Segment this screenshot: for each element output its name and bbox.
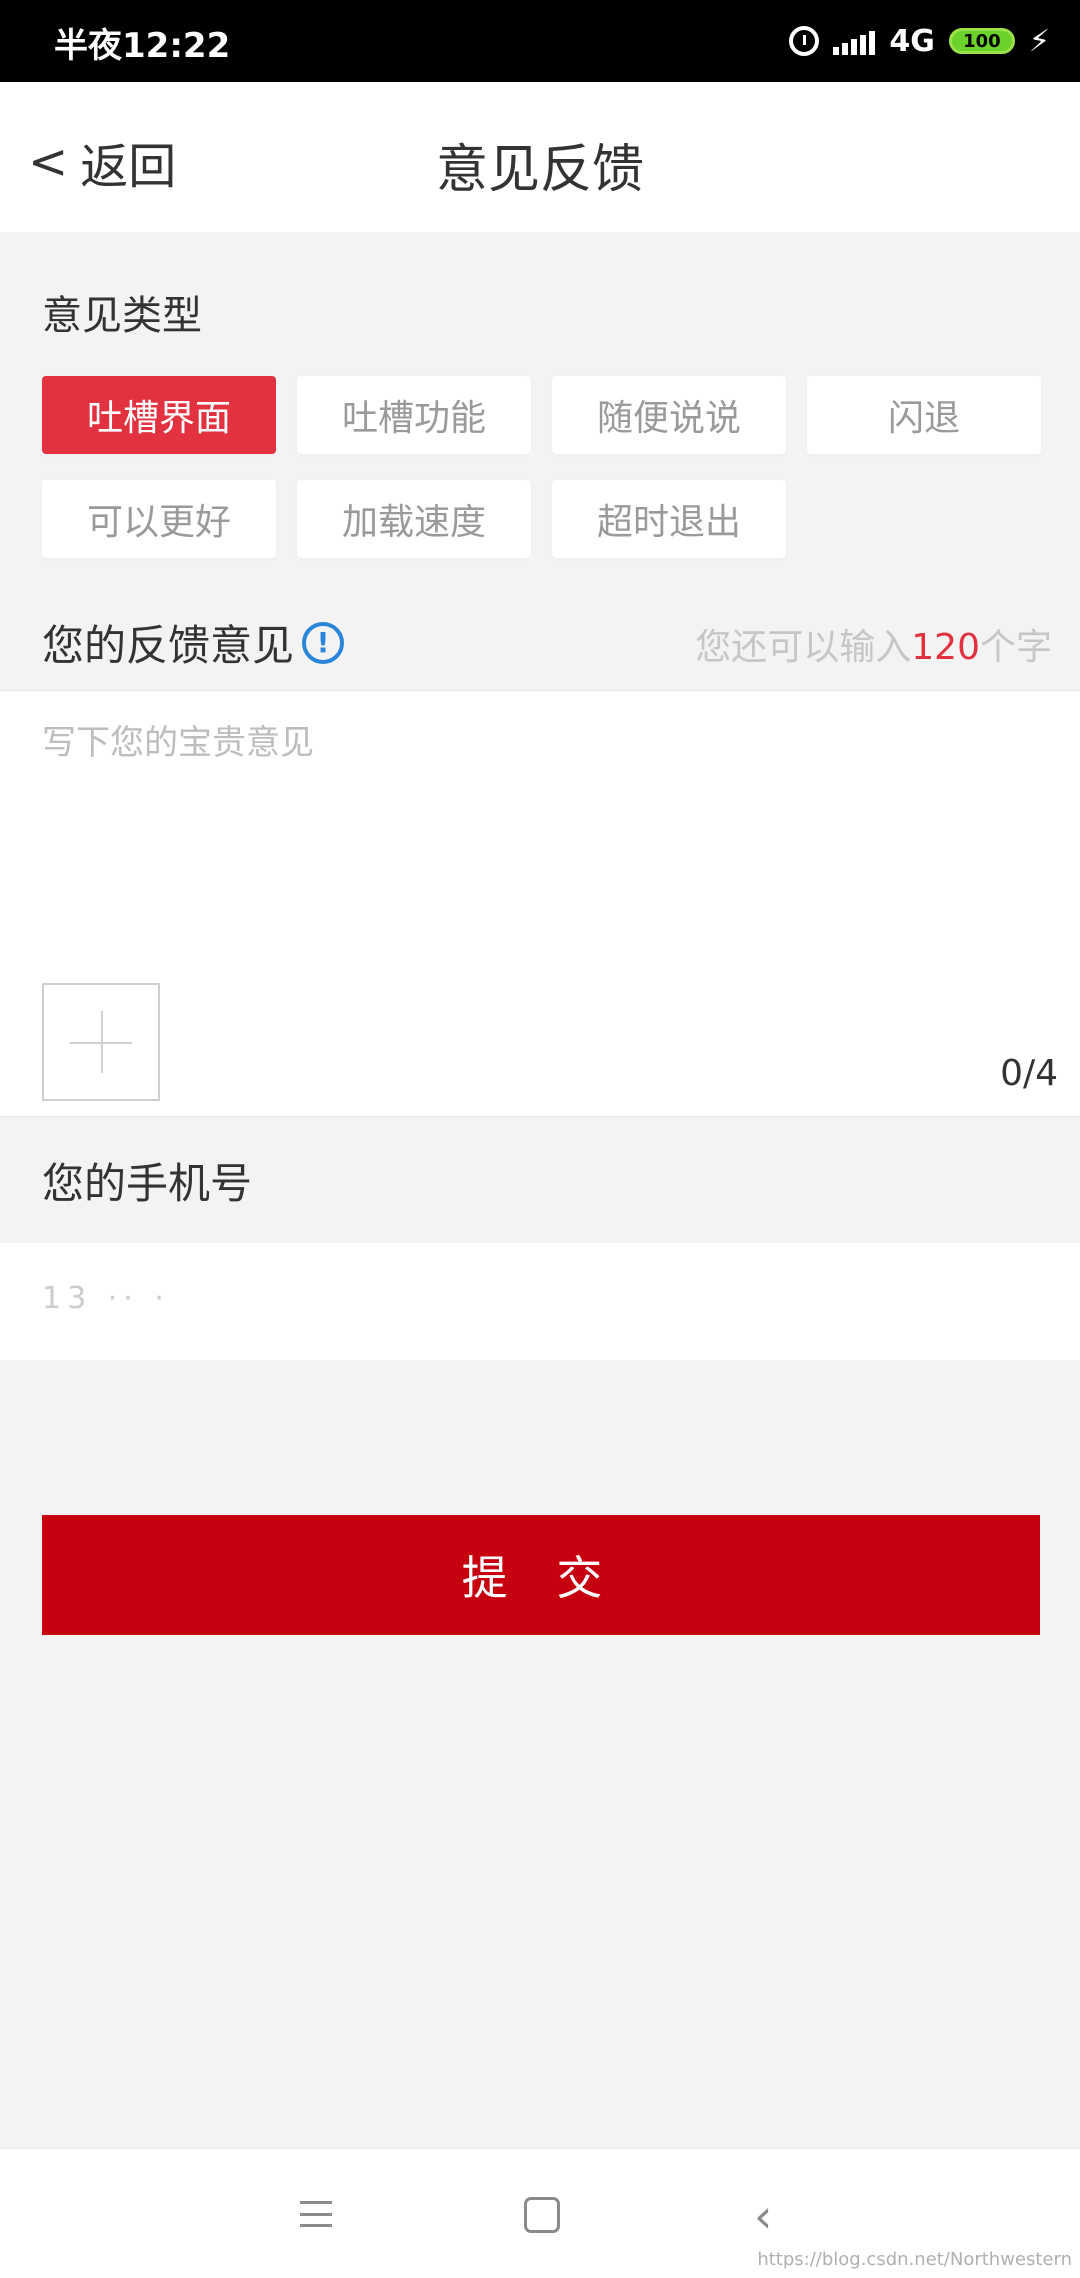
feedback-header: 您的反馈意见 ! 您还可以输入120个字 — [0, 580, 1080, 690]
remaining-suffix: 个字 — [979, 627, 1052, 668]
feedback-label-text: 您的反馈意见 — [42, 621, 295, 670]
submit-button[interactable]: 提 交 — [42, 1515, 1040, 1635]
chip-crash[interactable]: 闪退 — [807, 376, 1041, 454]
chip-complain-ui[interactable]: 吐槽界面 — [42, 376, 276, 454]
remaining-prefix: 您还可以输入 — [695, 627, 912, 668]
phone-input[interactable]: 13 ·· · — [0, 1243, 1080, 1360]
info-icon[interactable]: ! — [302, 621, 345, 664]
page-title: 意见反馈 — [435, 140, 644, 200]
remaining-count: 120 — [911, 627, 980, 668]
image-count: 0/4 — [1000, 1053, 1058, 1094]
phone-label: 您的手机号 — [42, 1159, 253, 1208]
battery-icon: 100 — [948, 28, 1015, 54]
status-icons: 4G 100 ⚡ — [789, 18, 1050, 64]
add-image-button[interactable] — [42, 983, 160, 1101]
menu-icon[interactable] — [300, 2201, 332, 2227]
battery-level: 100 — [963, 30, 1001, 52]
back-icon[interactable]: ‹ — [754, 2189, 772, 2243]
chip-could-be-better[interactable]: 可以更好 — [42, 480, 276, 558]
remaining-chars: 您还可以输入120个字 — [695, 618, 1052, 670]
phone-value: 13 ·· · — [42, 1281, 170, 1316]
charging-icon: ⚡ — [1028, 23, 1050, 59]
feedback-label: 您的反馈意见 ! — [42, 612, 345, 673]
signal-icon — [833, 27, 876, 55]
system-nav-bar: ‹ https://blog.csdn.net/Northwestern — [0, 2148, 1080, 2278]
chip-loading-speed[interactable]: 加载速度 — [297, 480, 531, 558]
status-bar: 半夜12:22 4G 100 ⚡ — [0, 0, 1080, 82]
chip-casual-talk[interactable]: 随便说说 — [552, 376, 786, 454]
feedback-placeholder: 写下您的宝贵意见 — [42, 723, 314, 763]
feedback-textarea[interactable]: 写下您的宝贵意见 0/4 — [0, 690, 1080, 1117]
feedback-type-label: 意见类型 — [42, 293, 202, 339]
home-icon[interactable] — [524, 2197, 560, 2233]
network-type: 4G — [889, 23, 935, 59]
alarm-icon — [789, 26, 820, 56]
top-nav-bar: < 返回 意见反馈 — [0, 82, 1080, 232]
status-time: 半夜12:22 — [54, 26, 231, 66]
chip-complain-feature[interactable]: 吐槽功能 — [297, 376, 531, 454]
chip-timeout-exit[interactable]: 超时退出 — [552, 480, 786, 558]
watermark: https://blog.csdn.net/Northwestern — [757, 2249, 1072, 2270]
